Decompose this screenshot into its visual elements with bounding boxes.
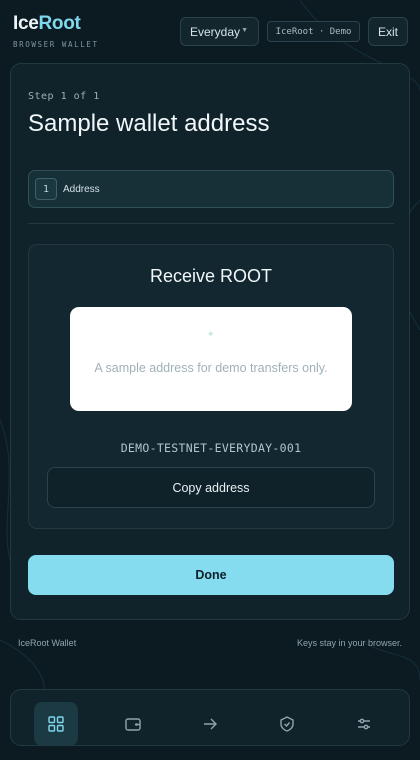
step-number: 1 [35, 178, 57, 200]
stepper-item-address[interactable]: 1 Address [28, 170, 394, 208]
footer-security-note: Keys stay in your browser. [296, 638, 402, 648]
mode-badge: IceRoot · Demo [267, 21, 360, 42]
receive-panel: Receive ROOT ✦ A sample address for demo… [28, 244, 394, 529]
step-label: Step 1 of 1 [28, 91, 100, 102]
wallet-icon [125, 718, 141, 731]
qr-code-area: ✦ A sample address for demo transfers on… [70, 307, 352, 411]
nav-item-security[interactable] [265, 702, 309, 746]
nav-item-dashboard[interactable] [34, 702, 78, 746]
divider [28, 223, 394, 224]
nav-item-send[interactable] [188, 702, 232, 746]
sliders-icon [358, 718, 370, 730]
done-button[interactable]: Done [28, 555, 394, 595]
chevron-down-icon: ▼ [241, 27, 248, 34]
bottom-nav [10, 689, 410, 746]
nav-item-wallet[interactable] [111, 702, 155, 746]
footer-app-name: IceRoot Wallet [18, 638, 77, 648]
sparkle-icon: ✦ [207, 329, 215, 339]
grid-icon [48, 716, 64, 732]
nav-item-settings[interactable] [342, 702, 386, 746]
receive-title: Receive ROOT [149, 266, 273, 286]
page-title: Sample wallet address [28, 110, 270, 137]
profile-select-value: Everyday [190, 24, 241, 39]
app-logo: IceRoot [13, 14, 99, 34]
shield-check-icon [280, 716, 294, 732]
logo-text-ice: Ice [13, 13, 39, 34]
app-subtitle: BROWSER WALLET [13, 40, 99, 49]
brand: IceRoot BROWSER WALLET [13, 14, 99, 50]
qr-placeholder-text: A sample address for demo transfers only… [94, 361, 328, 375]
copy-address-button[interactable]: Copy address [47, 467, 375, 508]
main-card: Step 1 of 1 Sample wallet address 1 Addr… [10, 63, 410, 620]
wallet-address: DEMO-TESTNET-EVERYDAY-001 [120, 441, 302, 455]
step-name: Address [63, 183, 100, 195]
profile-select[interactable]: Everyday ▼ [180, 17, 259, 46]
app-header: IceRoot BROWSER WALLET Everyday ▼ IceRoo… [0, 0, 420, 60]
exit-button[interactable]: Exit [368, 17, 408, 46]
arrow-right-icon [204, 718, 217, 730]
logo-text-root: Root [38, 13, 81, 34]
